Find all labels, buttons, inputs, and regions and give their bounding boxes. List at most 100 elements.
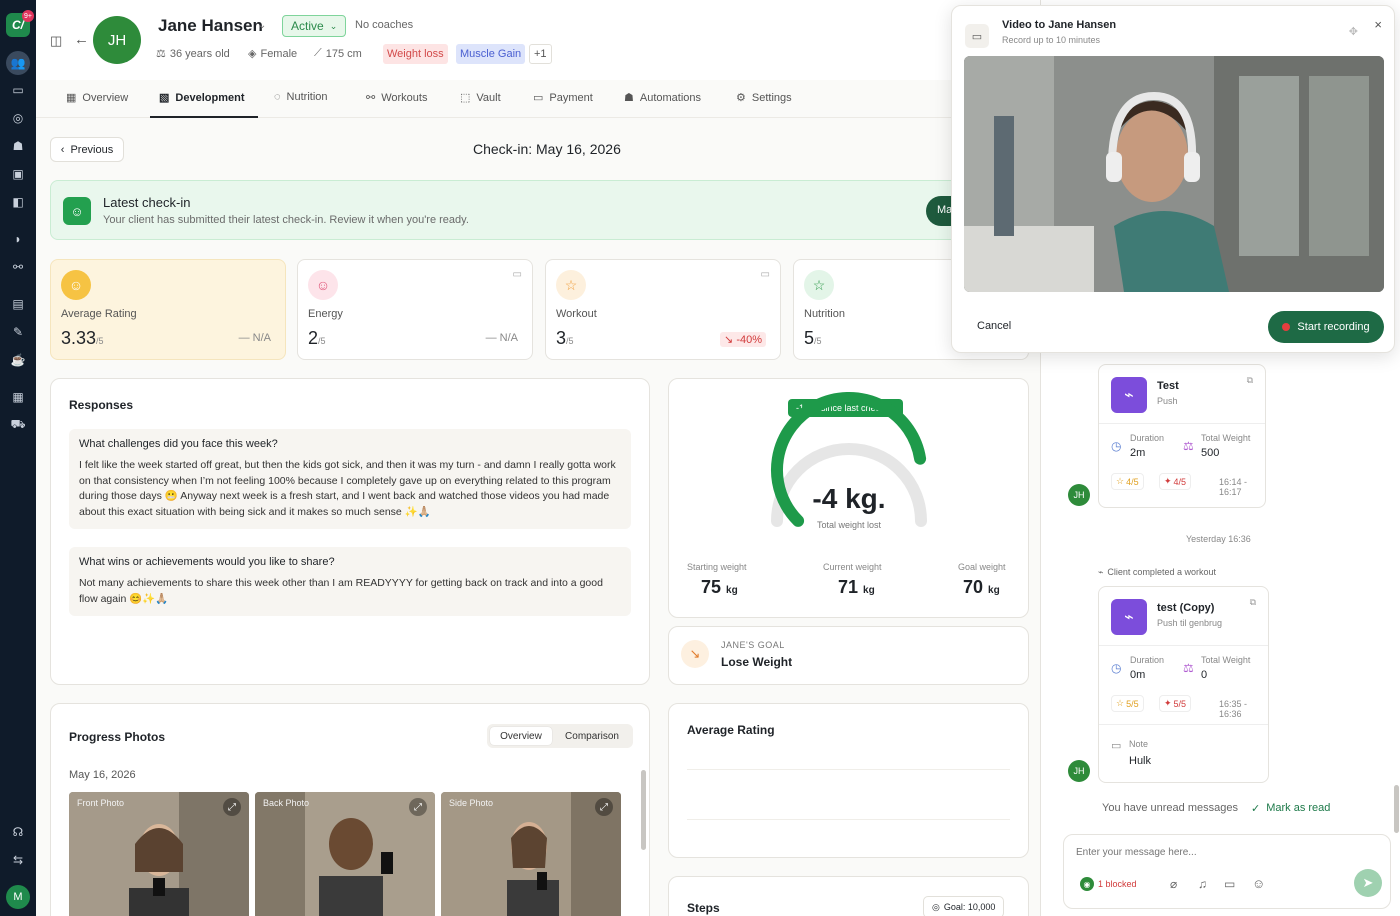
segment-comparison[interactable]: Comparison — [555, 727, 629, 745]
cancel-button[interactable]: Cancel — [977, 320, 1011, 332]
client-header: ◫ ← JH Jane Hansen ⌄ Active ⌄ No coaches … — [36, 0, 1040, 80]
weight-unit: kg — [726, 585, 738, 596]
move-icon[interactable]: ✥ — [1349, 25, 1358, 38]
toggle-icon[interactable]: ⇆ — [8, 850, 28, 870]
expand-icon[interactable]: ⤢ — [595, 798, 613, 816]
front-photo[interactable]: Front Photo ⤢ — [69, 792, 249, 916]
previous-button[interactable]: ‹ Previous — [50, 137, 124, 162]
tab-label: Overview — [82, 91, 129, 104]
cup-icon[interactable]: ☕ — [8, 350, 28, 370]
microphone-icon[interactable]: ♫ — [1198, 877, 1207, 891]
target-icon: ◎ — [932, 901, 940, 912]
client-tabs: ▦ Overview ▧ Development ◌ Nutrition ⚯ Worko… — [36, 80, 1040, 118]
grid-line — [687, 819, 1010, 820]
user-avatar[interactable]: M — [6, 885, 30, 909]
headset-icon[interactable]: ☊ — [8, 822, 28, 842]
side-photo[interactable]: Side Photo ⤢ — [441, 792, 621, 916]
workout-card[interactable]: ⌁ Test Push ⧉ ◷ Duration 2m ⚖ Total Weig… — [1098, 364, 1266, 508]
attachment-icon[interactable]: ⌀ — [1170, 877, 1177, 891]
send-button[interactable]: ➤ — [1354, 869, 1382, 897]
document-icon[interactable]: ▦ — [8, 387, 28, 407]
segment-overview[interactable]: Overview — [490, 727, 552, 745]
rating-card-energy: ☺ ▭ Energy 2/5 — N/A — [297, 259, 533, 360]
weight-number: 71 — [838, 577, 859, 597]
note-icon: ▭ — [1111, 740, 1122, 752]
tab-workouts[interactable]: ⚯ Workouts — [366, 91, 427, 105]
tab-settings[interactable]: ⚙ Settings — [736, 91, 792, 105]
emoji-icon[interactable]: ☺ — [1252, 876, 1265, 891]
weight-icon: ⚖ — [1183, 661, 1194, 675]
current-weight-value: 71 kg — [838, 577, 875, 598]
average-rating-title: Average Rating — [687, 723, 775, 737]
tag-muscle-gain[interactable]: Muscle Gain — [456, 44, 526, 64]
mark-as-read-button[interactable]: ✓ Mark as read — [1251, 802, 1330, 815]
send-icon: ➤ — [1362, 875, 1374, 890]
photo-figure — [441, 792, 621, 916]
client-gender: ◈ Female — [248, 47, 297, 61]
dashboard-icon[interactable]: ◧ — [8, 192, 28, 212]
drop-icon[interactable]: ◗ — [8, 229, 28, 249]
response-item: What wins or achievements would you like… — [69, 547, 631, 616]
robot-icon[interactable]: ☗ — [8, 136, 28, 156]
client-height: ⟋ 175 cm — [314, 47, 362, 60]
status-label: Active — [291, 19, 324, 33]
progress-photos-panel: Progress Photos Overview Comparison May … — [50, 703, 650, 916]
chevron-down-icon[interactable]: ⌄ — [258, 20, 266, 31]
chart-icon: ▧ — [159, 92, 170, 104]
close-icon[interactable]: × — [1374, 17, 1382, 32]
total-weight-label: Total weight lost — [816, 520, 882, 530]
rating-value: 2/5 — [308, 328, 326, 349]
main-content: ◫ ← JH Jane Hansen ⌄ Active ⌄ No coaches … — [36, 0, 1040, 916]
start-recording-button[interactable]: Start recording — [1268, 311, 1384, 343]
starting-weight-value: 75 kg — [701, 577, 738, 598]
dumbbell-icon: ⚯ — [366, 92, 376, 104]
tab-development[interactable]: ▧ Development — [159, 91, 244, 105]
external-link-icon[interactable]: ⧉ — [1247, 375, 1253, 386]
blocked-indicator[interactable]: ◉ 1 blocked — [1080, 875, 1137, 893]
feed-scrollbar[interactable] — [1394, 785, 1399, 833]
expand-icon[interactable]: ⤢ — [223, 798, 241, 816]
photos-scrollbar[interactable] — [641, 770, 646, 850]
tab-nutrition[interactable]: ◌ Nutrition — [274, 91, 328, 103]
video-icon[interactable]: ▭ — [1224, 877, 1235, 891]
tag-weight-loss[interactable]: Weight loss — [383, 44, 448, 64]
rating-max: /5 — [814, 336, 822, 346]
grid-icon: ▦ — [66, 92, 77, 104]
tab-label: Nutrition — [286, 91, 328, 103]
message-input[interactable] — [1076, 847, 1366, 858]
card-icon: ▭ — [533, 92, 544, 104]
rating-number: 2 — [308, 328, 319, 348]
link-icon[interactable]: ⚯ — [8, 257, 28, 277]
photo-figure — [255, 792, 435, 916]
tag-more[interactable]: +1 — [529, 44, 552, 64]
book-icon[interactable]: ▤ — [8, 294, 28, 314]
tab-vault[interactable]: ⬚ Vault — [460, 91, 501, 105]
expand-icon[interactable]: ⤢ — [409, 798, 427, 816]
client-age: ⚖ 36 years old — [156, 47, 230, 61]
smile-icon: ☺ — [308, 270, 338, 300]
status-dropdown[interactable]: Active ⌄ — [282, 15, 347, 37]
image-icon[interactable]: ▣ — [8, 164, 28, 184]
workout-card[interactable]: ⌁ test (Copy) Push til genbrug ⧉ ◷ Durat… — [1098, 586, 1269, 783]
tab-overview[interactable]: ▦ Overview — [66, 91, 129, 105]
tab-payment[interactable]: ▭ Payment — [533, 91, 593, 105]
truck-icon[interactable]: ⛟ — [8, 415, 28, 435]
external-link-icon[interactable]: ⧉ — [1250, 597, 1256, 608]
target-icon[interactable]: ◎ — [8, 108, 28, 128]
coaches-label: No coaches — [355, 19, 414, 31]
sidebar-toggle-icon[interactable]: ◫ — [50, 33, 62, 49]
answer-text: I felt like the week started off great, … — [79, 459, 616, 518]
pen-icon[interactable]: ✎ — [8, 322, 28, 342]
back-arrow-icon[interactable]: ← — [74, 31, 89, 48]
chip-value: 5/5 — [1173, 698, 1187, 709]
flame-icon: ✦ — [1164, 698, 1172, 708]
users-icon[interactable]: 👥 — [6, 51, 30, 75]
comment-icon[interactable]: ▭ — [513, 269, 522, 280]
apple-icon: ◌ — [274, 91, 281, 103]
client-avatar: JH — [1068, 760, 1090, 782]
banner-subtitle: Your client has submitted their latest c… — [103, 214, 469, 226]
inbox-icon[interactable]: ▭ — [8, 80, 28, 100]
tab-automations[interactable]: ☗ Automations — [624, 91, 701, 105]
comment-icon[interactable]: ▭ — [761, 269, 770, 280]
back-photo[interactable]: Back Photo ⤢ — [255, 792, 435, 916]
